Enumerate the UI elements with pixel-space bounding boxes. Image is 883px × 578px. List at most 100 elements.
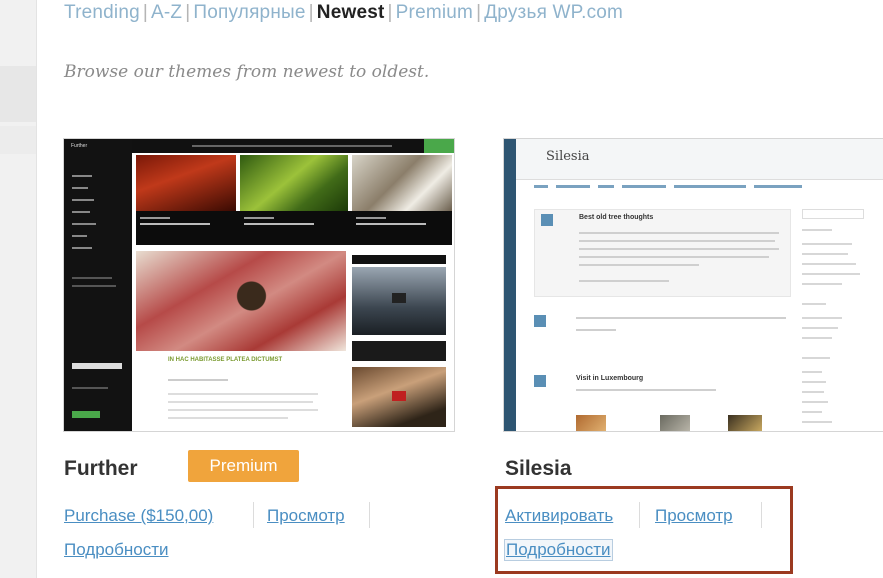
- preview-video-thumb-1: [352, 267, 446, 335]
- preview-post-1: Best old tree thoughts: [534, 209, 791, 297]
- preview-menu-line: [72, 199, 94, 201]
- play-icon: [392, 293, 406, 303]
- theme-filter-nav: Trending | A-Z | Популярные | Newest | Premium | Д…: [64, 2, 623, 24]
- preview-caption-line: [140, 223, 210, 225]
- filter-newest-current: Newest: [316, 2, 385, 23]
- admin-sidebar-edge: [0, 0, 37, 578]
- preview-widget-line: [802, 381, 826, 383]
- preview-widget-line: [802, 263, 856, 265]
- theme-name: Further: [64, 457, 138, 480]
- preview-widget-line: [802, 411, 822, 413]
- preview-nav-item: [598, 185, 614, 188]
- preview-subscribe-button: [72, 411, 100, 418]
- preview-video-thumb-2: [352, 367, 446, 427]
- preview-post-excerpt: IN HAC HABITASSE PLATEA DICTUMST: [168, 351, 328, 431]
- preview-video-column: [350, 251, 450, 431]
- theme-name: Silesia: [505, 457, 572, 480]
- preview-gallery-thumb: [660, 415, 690, 431]
- preview-menu-line: [72, 211, 90, 213]
- preview-text-line: [576, 317, 786, 319]
- filter-separator: |: [476, 2, 482, 23]
- preview-video-header: [352, 255, 446, 264]
- preview-link[interactable]: Просмотр: [267, 506, 345, 526]
- annotation-highlight-box: [495, 486, 793, 574]
- preview-caption-line: [356, 223, 426, 225]
- preview-nav-item: [622, 185, 666, 188]
- filter-a-z[interactable]: A-Z: [151, 2, 182, 23]
- preview-nav-item: [674, 185, 746, 188]
- preview-caption-line: [244, 223, 314, 225]
- preview-menu-line: [72, 235, 87, 237]
- preview-text-line: [579, 264, 699, 266]
- premium-badge: Premium: [188, 450, 299, 482]
- preview-widget-line: [802, 243, 852, 245]
- preview-video-caption: [352, 341, 446, 361]
- preview-menu-line: [72, 175, 92, 177]
- post-format-icon: [534, 315, 546, 327]
- preview-text-line: [168, 417, 288, 419]
- preview-widget-line: [802, 283, 842, 285]
- theme-screenshot-silesia[interactable]: Silesia Best old tree thoughts Visit in …: [503, 138, 883, 432]
- post-format-icon: [541, 214, 553, 226]
- preview-menu-line: [72, 223, 96, 225]
- preview-header: Silesia: [516, 139, 883, 180]
- preview-post-title: Best old tree thoughts: [579, 214, 654, 221]
- preview-caption-line: [140, 217, 170, 219]
- filter-popular[interactable]: Популярные: [193, 2, 305, 23]
- play-icon: [392, 391, 406, 401]
- preview-widget-line: [802, 357, 830, 359]
- purchase-link[interactable]: Purchase ($150,00): [64, 506, 213, 526]
- preview-post-title: IN HAC HABITASSE PLATEA DICTUMST: [168, 357, 283, 363]
- preview-image-cheese: [352, 155, 452, 211]
- preview-widget-line: [72, 277, 112, 279]
- preview-widget-line: [802, 229, 832, 231]
- preview-post-title: Visit in Luxembourg: [576, 375, 644, 382]
- details-link[interactable]: Подробности: [64, 540, 169, 560]
- preview-search-field: [802, 209, 864, 219]
- preview-site-title: Silesia: [546, 149, 590, 164]
- filter-premium[interactable]: Premium: [396, 2, 473, 23]
- preview-topbar: [132, 139, 454, 153]
- preview-widget-line: [802, 371, 822, 373]
- preview-search-field: [72, 363, 122, 369]
- preview-widget-line: [802, 303, 826, 305]
- preview-top-menu: [192, 145, 392, 147]
- preview-text-line: [579, 248, 779, 250]
- preview-menu-line: [72, 247, 92, 249]
- action-separator: [369, 502, 370, 528]
- preview-image-greens: [240, 155, 348, 211]
- filter-wpcom-friends[interactable]: Друзья WP.com: [484, 2, 623, 23]
- filter-separator: |: [387, 2, 393, 23]
- action-separator: [253, 502, 254, 528]
- preview-text-line: [168, 393, 318, 395]
- preview-gallery-thumb: [728, 415, 762, 431]
- preview-text-line: [576, 389, 716, 391]
- preview-image-fire: [136, 155, 236, 211]
- preview-menu-line: [72, 187, 88, 189]
- preview-widget-line: [802, 253, 848, 255]
- sidebar-menu-band: [0, 66, 36, 122]
- filter-separator: |: [142, 2, 149, 23]
- theme-screenshot-further[interactable]: Further IN HAC HABITASSE PLATEA DICTUMST: [63, 138, 455, 432]
- preview-widget-line: [72, 285, 116, 287]
- preview-topbar-accent: [424, 139, 454, 153]
- preview-captions: [136, 211, 452, 245]
- preview-widget-line: [72, 387, 108, 389]
- filter-trending[interactable]: Trending: [64, 2, 140, 23]
- preview-caption-line: [356, 217, 386, 219]
- preview-text-line: [168, 409, 318, 411]
- preview-featured-image: [136, 251, 346, 351]
- preview-text-line: [579, 232, 779, 234]
- filter-separator: |: [185, 2, 191, 23]
- preview-widget-line: [802, 327, 838, 329]
- preview-site-title: Further: [71, 143, 88, 149]
- preview-text-line: [579, 240, 775, 242]
- preview-widget-line: [802, 421, 832, 423]
- preview-widget-line: [802, 391, 824, 393]
- filter-separator: |: [308, 2, 314, 23]
- preview-side-bar: [504, 139, 516, 431]
- preview-nav-item: [534, 185, 548, 188]
- preview-sidebar: Further: [64, 139, 132, 431]
- preview-nav-item: [754, 185, 802, 188]
- filter-description: Browse our themes from newest to oldest.: [64, 62, 430, 82]
